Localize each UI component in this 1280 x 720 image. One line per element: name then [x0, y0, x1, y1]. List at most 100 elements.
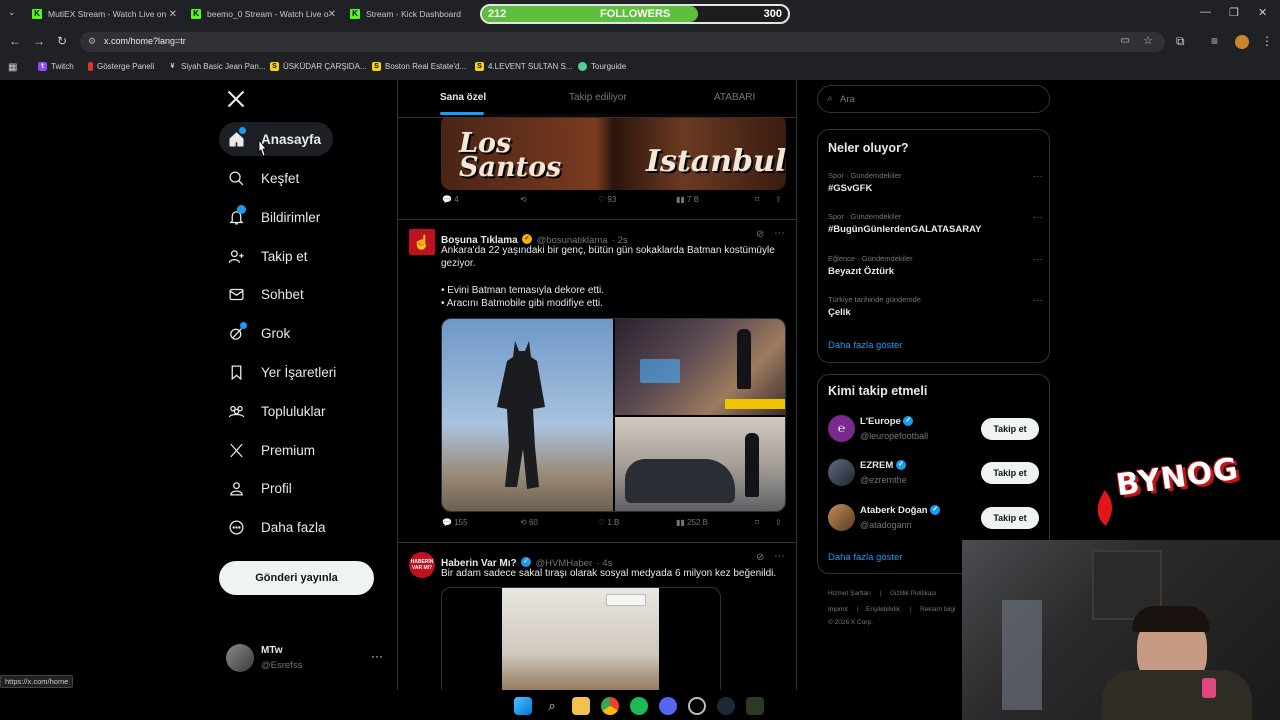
trend-item[interactable]: Spor · Gündemdekiler #BugünGünlerdenGALA… [828, 212, 1043, 235]
trends-show-more-link[interactable]: Daha fazla göster [828, 340, 902, 351]
chrome-icon[interactable] [601, 697, 619, 715]
footer-link[interactable]: Gizlilik Politikası [890, 590, 937, 597]
back-icon[interactable]: ← [9, 34, 21, 48]
browser-tab[interactable]: K MutiEX Stream - Watch Live on ✕ [32, 3, 177, 25]
game-app-icon[interactable] [746, 697, 764, 715]
suggested-user[interactable]: ℮ L'Europe ✓ @leuropefootball Takip et [818, 413, 1049, 447]
who-show-more-link[interactable]: Daha fazla göster [828, 552, 902, 563]
footer-link[interactable]: Erişilebilirlik [866, 606, 900, 613]
bookmark-item[interactable]: Tourguide [578, 62, 626, 71]
tweet[interactable]: ☝ Boşuna Tıklama ✓ @bosunatiklama · 2s ⊘… [398, 220, 796, 542]
media-image[interactable] [615, 319, 785, 415]
tweet-video[interactable] [441, 587, 721, 690]
nav-premium[interactable]: Premium [219, 433, 315, 467]
follow-button[interactable]: Takip et [981, 462, 1039, 484]
nav-profile[interactable]: Profil [219, 471, 292, 505]
bookmark-item[interactable]: S ÜSKÜDAR ÇARŞIDA... [270, 62, 367, 71]
menu-icon[interactable]: ⋮ [1261, 34, 1273, 48]
tab-following[interactable]: Takip ediliyor [569, 92, 627, 103]
nav-bookmarks[interactable]: Yer İşaretleri [219, 355, 336, 389]
share-icon[interactable]: ⇪ [775, 518, 782, 527]
discord-icon[interactable] [659, 697, 677, 715]
bookmark-icon[interactable]: ⌑ [755, 518, 759, 527]
more-options-icon[interactable]: ··· [774, 227, 785, 239]
retweet-button[interactable]: ⟲ 60 [520, 518, 538, 527]
more-options-icon[interactable]: ··· [1033, 212, 1043, 223]
nav-home[interactable]: Anasayfa [219, 122, 321, 156]
apps-icon[interactable]: ▦ [8, 62, 17, 73]
x-logo-icon[interactable] [226, 89, 246, 114]
views-button[interactable]: ▮▮ 252 B [676, 518, 708, 527]
like-button[interactable]: ♡ 93 [598, 195, 616, 204]
suggested-user[interactable]: EZREM ✓ @ezremthe Takip et [818, 457, 1049, 491]
bookmark-item[interactable]: Gösterge Paneli [88, 62, 154, 71]
extensions-icon[interactable]: ⧉ [1176, 34, 1185, 49]
spotify-icon[interactable] [630, 697, 648, 715]
tab-for-you[interactable]: Sana özel [440, 92, 486, 103]
bookmark-item[interactable]: ¥ Siyah Basic Jean Pan... [168, 62, 266, 71]
tweet-media-grid[interactable] [441, 318, 786, 512]
windows-start-icon[interactable] [514, 697, 532, 715]
more-options-icon[interactable]: ··· [371, 649, 383, 663]
more-options-icon[interactable]: ··· [1033, 254, 1043, 265]
nav-more[interactable]: Daha fazla [219, 510, 326, 544]
tab-list-chevron-icon[interactable]: ⌄ [8, 7, 16, 18]
site-info-icon[interactable]: ⚙ [88, 36, 96, 47]
trend-item[interactable]: Spor · Gündemdekiler #GSvGFK ··· [828, 171, 1043, 194]
like-button[interactable]: ♡ 1 B [598, 518, 619, 527]
maximize-icon[interactable]: ❐ [1229, 6, 1239, 19]
nav-explore[interactable]: Keşfet [219, 161, 299, 195]
bookmark-item[interactable]: t Twitch [38, 62, 74, 71]
bookmark-item[interactable]: S 4.LEVENT SULTAN S... [475, 62, 572, 71]
media-icon[interactable]: ≡ [1211, 34, 1218, 48]
bookmark-item[interactable]: S Boston Real Estate'd... [372, 62, 466, 71]
media-image[interactable] [615, 417, 785, 511]
tweet[interactable]: HABERİN VAR MI? Haberin Var Mı? ✓ @HVMHa… [398, 543, 796, 690]
footer-link[interactable]: Imprint [828, 606, 848, 613]
nav-grok[interactable]: Grok [219, 316, 290, 350]
footer-link[interactable]: Hizmet Şartları [828, 590, 871, 597]
retweet-icon[interactable]: ⟲ [520, 195, 527, 204]
more-options-icon[interactable]: ··· [1033, 295, 1043, 306]
nav-chat[interactable]: Sohbet [219, 277, 304, 311]
address-bar[interactable]: ⚙ x.com/home?lang=tr ▭ ☆ [80, 32, 1165, 52]
reply-button[interactable]: 💬 155 [442, 518, 468, 527]
search-icon[interactable]: ⌕ [543, 697, 561, 715]
forward-icon[interactable]: → [33, 34, 45, 48]
nav-follow[interactable]: Takip et [219, 239, 308, 273]
follow-button[interactable]: Takip et [981, 507, 1039, 529]
bookmark-icon[interactable]: ⌑ [755, 195, 759, 204]
footer-link[interactable]: Reklam bilgi [920, 606, 955, 613]
close-window-icon[interactable]: ✕ [1258, 6, 1267, 19]
banner-image[interactable]: Los Santos Istanbul [441, 114, 786, 190]
close-icon[interactable]: ✕ [169, 9, 177, 20]
browser-tab[interactable]: K beemo_0 Stream - Watch Live o ✕ [191, 3, 336, 25]
more-options-icon[interactable]: ··· [774, 550, 785, 562]
reply-button[interactable]: 💬 4 [442, 195, 459, 204]
media-image[interactable] [442, 319, 613, 511]
post-button[interactable]: Gönderi yayınla [219, 561, 374, 595]
tab-atabari[interactable]: ATABARI [714, 92, 755, 103]
trend-item[interactable]: Türkiye tarihinde gündemde Çelik ··· [828, 295, 1043, 318]
trend-item[interactable]: Eğlence · Gündemdekiler Beyazıt Öztürk ·… [828, 254, 1043, 277]
cast-icon[interactable]: ▭ [1121, 35, 1130, 46]
obs-icon[interactable] [688, 697, 706, 715]
star-icon[interactable]: ☆ [1143, 34, 1153, 47]
close-icon[interactable]: ✕ [328, 9, 336, 20]
grok-icon[interactable]: ⊘ [756, 552, 764, 563]
suggested-user[interactable]: Ataberk Doğan ✓ @atadogann Takip et [818, 502, 1049, 536]
more-options-icon[interactable]: ··· [1033, 171, 1043, 182]
steam-icon[interactable] [717, 697, 735, 715]
follow-button[interactable]: Takip et [981, 418, 1039, 440]
nav-communities[interactable]: Topluluklar [219, 394, 326, 428]
search-input[interactable]: ⌕ Ara [817, 85, 1050, 113]
reload-icon[interactable]: ↻ [57, 34, 67, 48]
grok-icon[interactable]: ⊘ [756, 229, 764, 240]
share-icon[interactable]: ⇪ [775, 195, 782, 204]
file-explorer-icon[interactable] [572, 697, 590, 715]
minimize-icon[interactable]: — [1200, 6, 1211, 18]
browser-tab[interactable]: K Stream - Kick Dashboard [350, 3, 470, 25]
views-button[interactable]: ▮▮ 7 B [676, 195, 699, 204]
nav-notifications[interactable]: Bildirimler [219, 200, 320, 234]
profile-avatar-icon[interactable] [1235, 35, 1249, 49]
